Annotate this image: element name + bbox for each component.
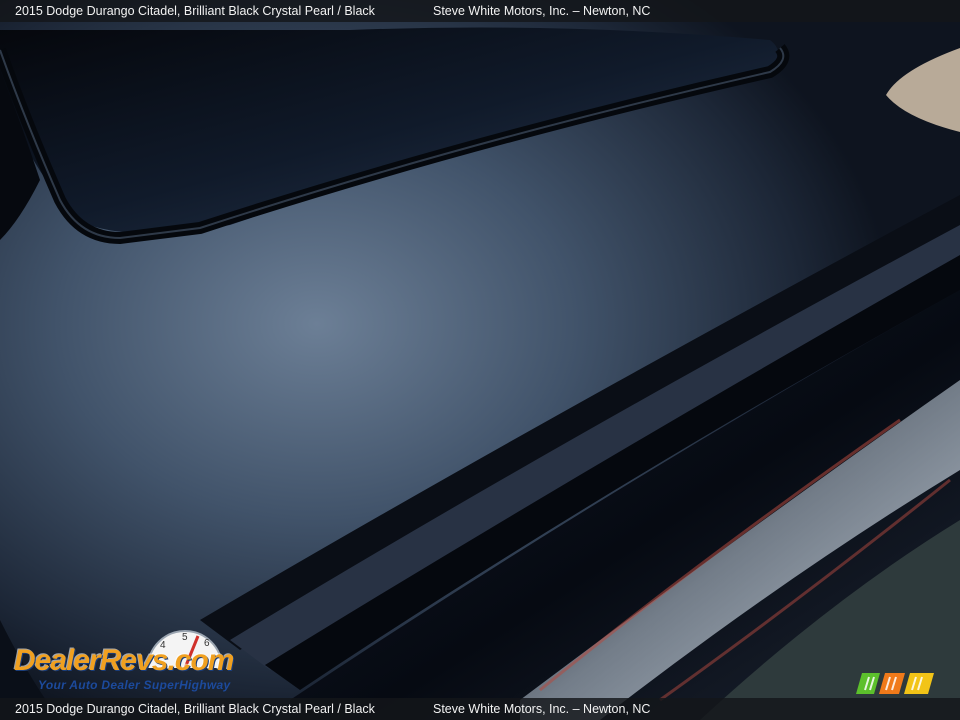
caption-bar-top: 2015 Dodge Durango Citadel, Brilliant Bl…	[0, 0, 960, 22]
gauge-number: 5	[182, 632, 188, 643]
watermark-tagline: Your Auto Dealer SuperHighway	[38, 678, 231, 692]
dealerrevs-watermark: 4 5 6 DealerRevs.com Your Auto Dealer Su…	[10, 622, 266, 696]
dealer-caption: Steve White Motors, Inc. – Newton, NC	[433, 4, 651, 18]
caption-bar-bottom: 2015 Dodge Durango Citadel, Brilliant Bl…	[0, 698, 960, 720]
vehicle-caption-title: 2015 Dodge Durango Citadel, Brilliant Bl…	[15, 4, 375, 18]
dealer-caption: Steve White Motors, Inc. – Newton, NC	[433, 702, 651, 716]
vehicle-roof-photo	[0, 0, 960, 720]
watermark-brand: DealerRevs.com	[14, 644, 234, 677]
vehicle-caption-title: 2015 Dodge Durango Citadel, Brilliant Bl…	[15, 702, 375, 716]
mm-stripes-logo-icon	[856, 673, 934, 694]
